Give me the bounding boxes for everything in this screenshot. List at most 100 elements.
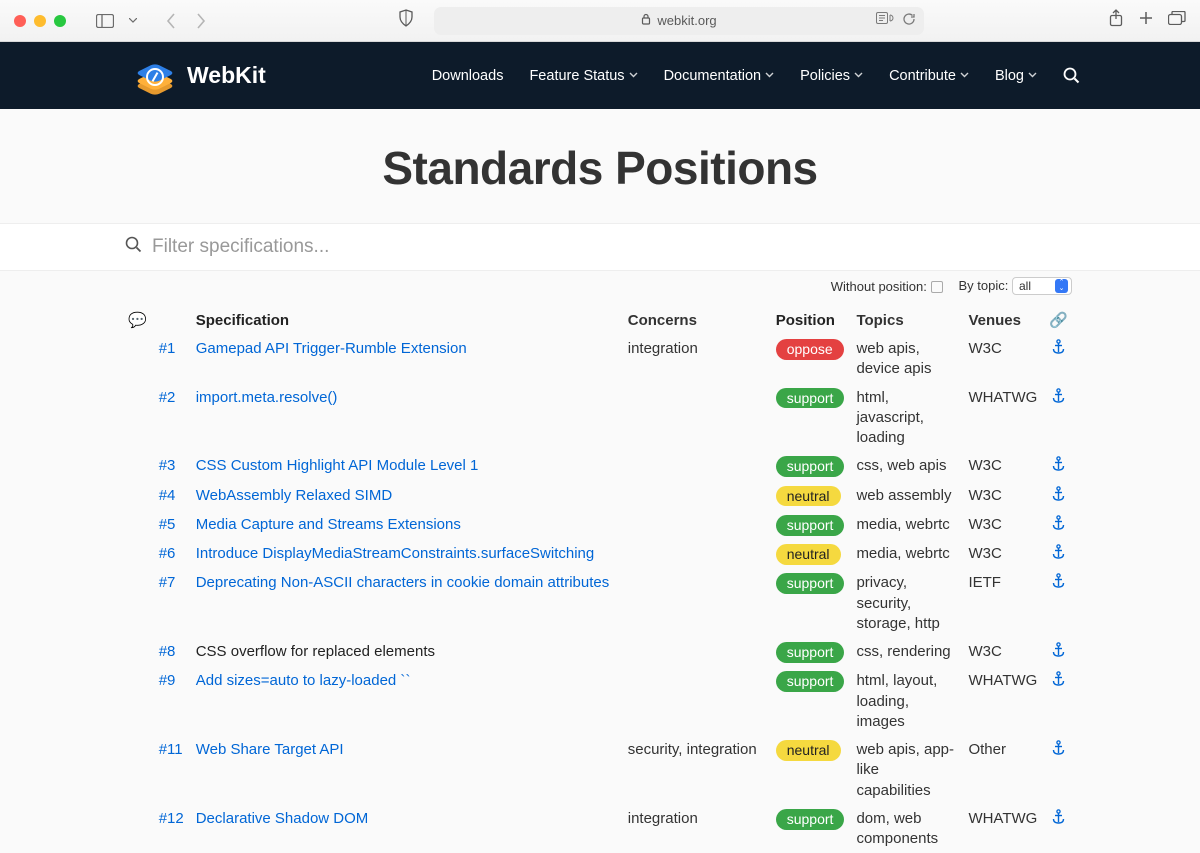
chevron-down-icon [629, 70, 638, 81]
positions-table: 💬 Specification Concerns Position Topics… [122, 303, 1074, 853]
filter-input[interactable] [152, 236, 1200, 258]
without-position-checkbox[interactable] [931, 281, 943, 293]
row-spec-link[interactable]: Deprecating Non-ASCII characters in cook… [196, 574, 610, 591]
comment-column-icon: 💬 [128, 312, 147, 329]
row-spec-link[interactable]: import.meta.resolve() [196, 389, 338, 406]
reader-mode-icon[interactable] [876, 12, 894, 29]
permalink-icon[interactable] [1052, 458, 1065, 475]
window-controls [14, 15, 66, 27]
row-spec-link[interactable]: Add sizes=auto to lazy-loaded `` [196, 672, 411, 689]
new-tab-button[interactable] [1138, 10, 1154, 31]
permalink-icon[interactable] [1052, 390, 1065, 407]
row-concerns: integration [628, 810, 698, 827]
row-spec-link[interactable]: Media Capture and Streams Extensions [196, 516, 461, 533]
permalink-icon[interactable] [1052, 575, 1065, 592]
row-spec-link[interactable]: Declarative Shadow DOM [196, 810, 369, 827]
row-id-link[interactable]: #4 [159, 487, 176, 504]
row-topics: privacy, security, storage, http [856, 574, 939, 632]
chevron-down-icon [1028, 70, 1037, 81]
sidebar-toggle-button[interactable] [92, 9, 118, 33]
row-spec-link[interactable]: Introduce DisplayMediaStreamConstraints.… [196, 545, 595, 562]
share-button[interactable] [1108, 9, 1124, 32]
permalink-icon[interactable] [1052, 811, 1065, 828]
topic-select[interactable]: all ⌃⌄ [1012, 277, 1072, 295]
row-spec-text: CSS overflow for replaced elements [196, 643, 435, 660]
reload-button[interactable] [902, 12, 916, 29]
permalink-icon[interactable] [1052, 644, 1065, 661]
position-badge: neutral [776, 486, 841, 507]
nav-item-documentation[interactable]: Documentation [664, 68, 775, 84]
url-host: webkit.org [657, 13, 716, 28]
primary-nav: Downloads Feature Status Documentation Poli… [432, 67, 1080, 84]
sidebar-dropdown-button[interactable] [120, 9, 146, 33]
row-id-link[interactable]: #2 [159, 389, 176, 406]
table-row: #6 Introduce DisplayMediaStreamConstraint… [122, 540, 1074, 569]
row-venues: W3C [968, 340, 1001, 357]
table-row: #9Add sizes=auto to lazy-loaded ``suppor… [122, 667, 1074, 736]
row-id-link[interactable]: #8 [159, 643, 176, 660]
close-window-button[interactable] [14, 15, 26, 27]
without-position-label: Without position: [831, 279, 927, 294]
row-topics: media, webrtc [856, 545, 949, 562]
nav-item-blog[interactable]: Blog [995, 68, 1037, 84]
row-id-link[interactable]: #7 [159, 574, 176, 591]
table-row: #2import.meta.resolve()supporthtml, java… [122, 384, 1074, 453]
site-header: WebKit Downloads Feature Status Documentat… [0, 42, 1200, 109]
table-row: #12 Declarative Shadow DOM integration supp… [122, 805, 1074, 853]
lock-icon [641, 13, 651, 28]
nav-item-policies[interactable]: Policies [800, 68, 863, 84]
position-badge: support [776, 642, 845, 663]
row-id-link[interactable]: #9 [159, 672, 176, 689]
forward-button[interactable] [188, 9, 214, 33]
row-spec-link[interactable]: WebAssembly Relaxed SIMD [196, 487, 392, 504]
minimize-window-button[interactable] [34, 15, 46, 27]
site-logo[interactable]: WebKit [135, 56, 266, 96]
row-id-link[interactable]: #12 [159, 810, 184, 827]
row-venues: WHATWG [968, 672, 1037, 689]
browser-toolbar: webkit.org [0, 0, 1200, 42]
row-id-link[interactable]: #3 [159, 457, 176, 474]
permalink-icon[interactable] [1052, 742, 1065, 759]
row-id-link[interactable]: #6 [159, 545, 176, 562]
position-badge: support [776, 515, 845, 536]
back-button[interactable] [158, 9, 184, 33]
row-venues: Other [968, 741, 1006, 758]
row-concerns: security, integration [628, 741, 757, 758]
row-topics: html, layout, loading, images [856, 672, 937, 730]
permalink-icon[interactable] [1052, 517, 1065, 534]
filter-controls: Without position: By topic: all ⌃⌄ [0, 271, 1200, 295]
position-badge: support [776, 456, 845, 477]
row-spec-link[interactable]: Web Share Target API [196, 741, 344, 758]
tabs-overview-button[interactable] [1168, 11, 1186, 30]
row-topics: dom, web components [856, 810, 938, 847]
nav-item-downloads[interactable]: Downloads [432, 68, 504, 84]
nav-search-button[interactable] [1063, 67, 1080, 84]
row-venues: WHATWG [968, 389, 1037, 406]
row-id-link[interactable]: #11 [159, 741, 183, 758]
privacy-shield-icon[interactable] [398, 9, 414, 32]
address-bar[interactable]: webkit.org [434, 7, 924, 35]
position-badge: support [776, 809, 845, 830]
maximize-window-button[interactable] [54, 15, 66, 27]
row-venues: IETF [968, 574, 1001, 591]
topic-select-value: all [1019, 279, 1031, 293]
table-row: #3 CSS Custom Highlight API Module Level … [122, 452, 1074, 481]
nav-item-label: Documentation [664, 68, 762, 84]
nav-item-contribute[interactable]: Contribute [889, 68, 969, 84]
webkit-logo-icon [135, 56, 175, 96]
row-spec-link[interactable]: CSS Custom Highlight API Module Level 1 [196, 457, 479, 474]
row-topics: web assembly [856, 487, 951, 504]
row-topics: web apis, device apis [856, 340, 931, 377]
position-badge: support [776, 573, 845, 594]
row-spec-link[interactable]: Gamepad API Trigger-Rumble Extension [196, 340, 467, 357]
permalink-icon[interactable] [1052, 546, 1065, 563]
permalink-icon[interactable] [1052, 488, 1065, 505]
row-id-link[interactable]: #1 [159, 340, 176, 357]
permalink-icon[interactable] [1052, 341, 1065, 358]
row-id-link[interactable]: #5 [159, 516, 176, 533]
row-topics: web apis, app-like capabilities [856, 741, 954, 799]
search-icon [125, 236, 142, 258]
nav-item-feature-status[interactable]: Feature Status [529, 68, 637, 84]
position-badge: oppose [776, 339, 844, 360]
nav-item-label: Contribute [889, 68, 956, 84]
